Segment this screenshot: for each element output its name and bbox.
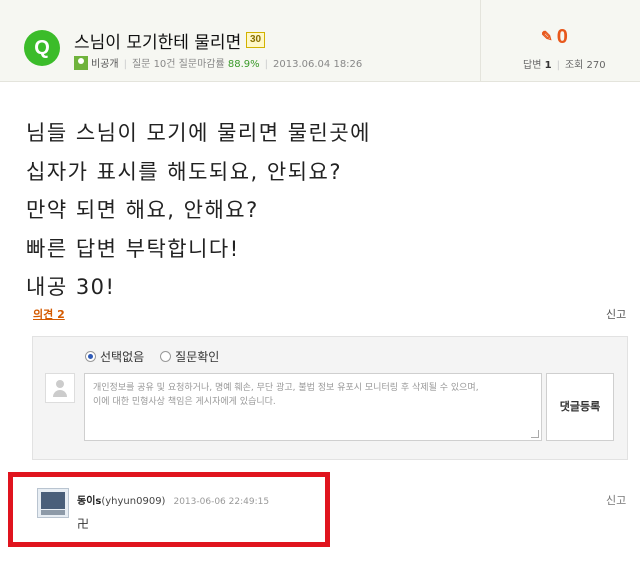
q-badge-icon: Q [24, 30, 60, 66]
answer-count: ✎ 0 [541, 26, 568, 49]
report-comment-link[interactable]: 신고 [606, 492, 626, 508]
question-body: 님들 스님이 모기에 물리면 물린곳에 십자가 표시를 해도되요, 안되요? 만… [26, 114, 371, 307]
radio-off-icon[interactable] [160, 351, 172, 362]
report-question-link[interactable]: 신고 [606, 306, 626, 322]
view-value: 270 [586, 60, 606, 71]
question-stats: 질문 10건 질문마감률 [131, 59, 225, 70]
answer-value: 1 [544, 60, 552, 71]
divider: | [556, 60, 560, 71]
comment-user-id: (yhyun0909) [101, 496, 166, 507]
radio-no-selection[interactable]: 선택없음 [85, 348, 144, 365]
question-author: 비공개 [91, 59, 119, 70]
radio-no-selection-label: 선택없음 [100, 350, 145, 364]
comment-author: 동이s(yhyun0909) 2013-06-06 22:49:15 [77, 492, 269, 507]
radio-question-confirm-label: 질문확인 [175, 350, 220, 364]
body-line: 십자가 표시를 해도되요, 안되요? [26, 159, 343, 184]
radio-question-confirm[interactable]: 질문확인 [160, 348, 219, 365]
close-rate: 88.9% [227, 59, 260, 70]
monitor-screen [41, 492, 65, 509]
body-line: 내공 30! [26, 275, 116, 299]
avatar-placeholder-icon [45, 373, 75, 403]
answer-label: 답변 [523, 60, 542, 71]
comment-submit-button[interactable]: 댓글등록 [546, 373, 614, 441]
question-title: 스님이 모기한테 물리면 [74, 33, 242, 53]
comment-type-radios: 선택없음 질문확인 [85, 348, 235, 365]
question-header: Q 스님이 모기한테 물리면 30 비공개 | 질문 10건 질문마감률 88.9%… [0, 0, 640, 82]
body-line: 빠른 답변 부탁합니다! [26, 236, 240, 261]
question-meta: 비공개 | 질문 10건 질문마감률 88.9% | 2013.06.04 18:26 [74, 55, 362, 70]
question-date: 2013.06.04 18:26 [273, 59, 363, 70]
body-line: 만약 되면 해요, 안해요? [26, 198, 259, 222]
comment-placeholder-line1: 개인정보를 공유 및 요청하거나, 명예 훼손, 무단 광고, 불법 정보 유포… [93, 383, 479, 393]
comment-form: 선택없음 질문확인 개인정보를 공유 및 요청하거나, 명예 훼손, 무단 광고,… [32, 336, 628, 460]
opinion-count-link[interactable]: 의견 2 [33, 306, 65, 322]
naegong-badge: 30 [246, 32, 266, 48]
highlighted-comment: 동이s(yhyun0909) 2013-06-06 22:49:15 卍 [8, 472, 330, 547]
comment-text: 卍 [77, 517, 90, 531]
user-icon [74, 56, 88, 70]
body-line: 님들 스님이 모기에 물리면 물린곳에 [26, 121, 371, 145]
computer-avatar-icon [37, 488, 69, 518]
answer-count-value: 0 [556, 26, 568, 48]
counts-line: 답변 1 | 조회 270 [523, 56, 606, 71]
comment-placeholder-line2: 이에 대한 민형사상 책임은 게시자에게 있습니다. [93, 397, 276, 407]
divider: | [264, 59, 269, 70]
radio-on-icon[interactable] [85, 351, 96, 362]
pencil-icon: ✎ [541, 28, 553, 44]
monitor-base [41, 510, 65, 515]
comment-nickname[interactable]: 동이s [77, 496, 101, 507]
view-label: 조회 [564, 60, 584, 71]
resize-grip-icon[interactable] [531, 430, 539, 438]
divider: | [123, 59, 127, 70]
comment-textarea[interactable]: 개인정보를 공유 및 요청하거나, 명예 훼손, 무단 광고, 불법 정보 유포… [84, 373, 542, 441]
question-stats-panel: ✎ 0 답변 1 | 조회 270 [480, 0, 640, 82]
comment-date: 2013-06-06 22:49:15 [173, 497, 270, 507]
